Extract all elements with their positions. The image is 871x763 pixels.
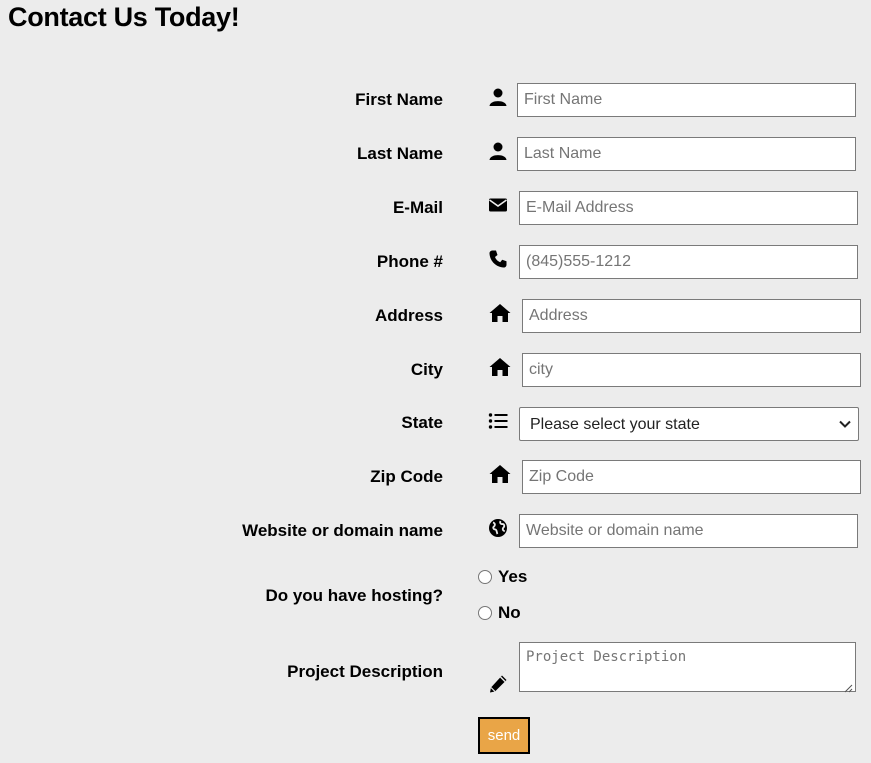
hosting-no-radio[interactable] — [478, 606, 492, 620]
pencil-icon — [488, 674, 508, 694]
website-label: Website or domain name — [242, 521, 443, 540]
zip-label: Zip Code — [370, 467, 443, 486]
phone-label: Phone # — [376, 252, 443, 271]
phone-input[interactable] — [519, 245, 858, 279]
last-name-input[interactable] — [517, 137, 856, 171]
address-label: Address — [374, 306, 443, 325]
resize-grip-icon[interactable] — [843, 680, 853, 693]
state-select[interactable]: Please select your state — [519, 407, 859, 441]
hosting-yes-option[interactable]: Yes — [478, 567, 527, 587]
first-name-input[interactable] — [517, 83, 856, 117]
city-label: City — [410, 360, 443, 379]
hosting-no-option[interactable]: No — [478, 603, 521, 623]
email-label: E-Mail — [392, 198, 443, 217]
zip-input[interactable] — [522, 460, 861, 494]
phone-icon — [488, 249, 508, 269]
globe-icon — [488, 518, 508, 538]
last-name-label: Last Name — [357, 144, 443, 163]
website-input[interactable] — [519, 514, 858, 548]
hosting-no-label: No — [498, 603, 521, 622]
description-label: Project Description — [287, 662, 443, 681]
first-name-label: First Name — [355, 90, 443, 109]
send-button[interactable]: send — [478, 717, 530, 754]
user-icon — [488, 141, 508, 161]
home-icon — [489, 464, 511, 484]
home-icon — [489, 357, 511, 377]
home-icon — [489, 303, 511, 323]
email-input[interactable] — [519, 191, 858, 225]
hosting-yes-radio[interactable] — [478, 570, 492, 584]
state-label: State — [401, 413, 443, 432]
list-icon — [488, 411, 508, 431]
city-input[interactable] — [522, 353, 861, 387]
address-input[interactable] — [522, 299, 861, 333]
user-icon — [488, 87, 508, 107]
envelope-icon — [488, 195, 508, 215]
page-title: Contact Us Today! — [8, 2, 240, 32]
description-textarea[interactable] — [519, 642, 856, 692]
hosting-yes-label: Yes — [498, 567, 528, 586]
hosting-label: Do you have hosting? — [265, 586, 443, 605]
